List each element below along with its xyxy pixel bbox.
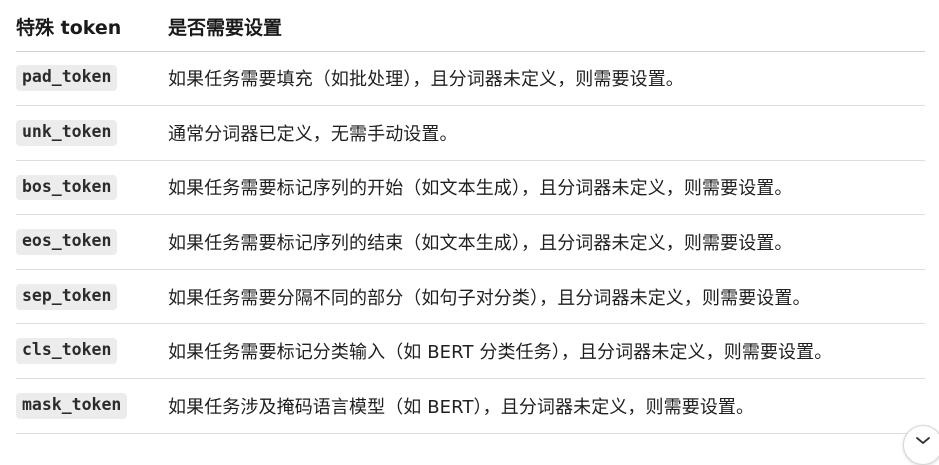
token-cell: sep_token	[16, 269, 168, 324]
token-code: sep_token	[16, 283, 118, 310]
scroll-down-button[interactable]	[903, 425, 939, 465]
description-cell: 如果任务涉及掩码语言模型（如 BERT），且分词器未定义，则需要设置。	[168, 396, 755, 418]
table-row: cls_token 如果任务需要标记分类输入（如 BERT 分类任务），且分词器…	[16, 324, 925, 379]
description-cell: 如果任务需要标记序列的结束（如文本生成），且分词器未定义，则需要设置。	[168, 233, 793, 255]
table-row: sep_token 如果任务需要分隔不同的部分（如句子对分类），且分词器未定义，…	[16, 269, 925, 324]
chevron-down-icon	[916, 437, 930, 444]
table-body: pad_token 如果任务需要填充（如批处理），且分词器未定义，则需要设置。 …	[16, 51, 925, 434]
description-cell: 如果任务需要填充（如批处理），且分词器未定义，则需要设置。	[168, 69, 684, 91]
header-row: 特殊 token 是否需要设置	[16, 0, 925, 51]
description-cell: 如果任务需要标记序列的开始（如文本生成），且分词器未定义，则需要设置。	[168, 178, 793, 200]
token-cell: mask_token	[16, 379, 168, 434]
table-row: mask_token 如果任务涉及掩码语言模型（如 BERT），且分词器未定义，…	[16, 379, 925, 434]
table-row: unk_token 通常分词器已定义，无需手动设置。	[16, 106, 925, 161]
token-code: pad_token	[16, 65, 118, 92]
token-code: eos_token	[16, 229, 118, 256]
token-table-container: 特殊 token 是否需要设置 pad_token 如果任务需要填充（如批处理）…	[16, 0, 925, 434]
description-cell: 如果任务需要分隔不同的部分（如句子对分类），且分词器未定义，则需要设置。	[168, 287, 811, 309]
token-code: mask_token	[16, 392, 128, 419]
token-cell: eos_token	[16, 215, 168, 270]
special-token-table: 特殊 token 是否需要设置 pad_token 如果任务需要填充（如批处理）…	[16, 0, 925, 434]
token-cell: cls_token	[16, 324, 168, 379]
token-code: cls_token	[16, 338, 118, 365]
token-cell: unk_token	[16, 106, 168, 161]
header-needs-setting: 是否需要设置	[168, 16, 283, 39]
table-row: eos_token 如果任务需要标记序列的结束（如文本生成），且分词器未定义，则…	[16, 215, 925, 270]
header-special-token: 特殊 token	[16, 16, 122, 39]
token-code: unk_token	[16, 119, 118, 146]
description-cell: 通常分词器已定义，无需手动设置。	[168, 123, 458, 145]
description-cell: 如果任务需要标记分类输入（如 BERT 分类任务），且分词器未定义，则需要设置。	[168, 342, 833, 364]
table-row: pad_token 如果任务需要填充（如批处理），且分词器未定义，则需要设置。	[16, 51, 925, 106]
table-header: 特殊 token 是否需要设置	[16, 0, 925, 51]
token-cell: pad_token	[16, 51, 168, 106]
table-row: bos_token 如果任务需要标记序列的开始（如文本生成），且分词器未定义，则…	[16, 160, 925, 215]
token-code: bos_token	[16, 174, 118, 201]
token-cell: bos_token	[16, 160, 168, 215]
